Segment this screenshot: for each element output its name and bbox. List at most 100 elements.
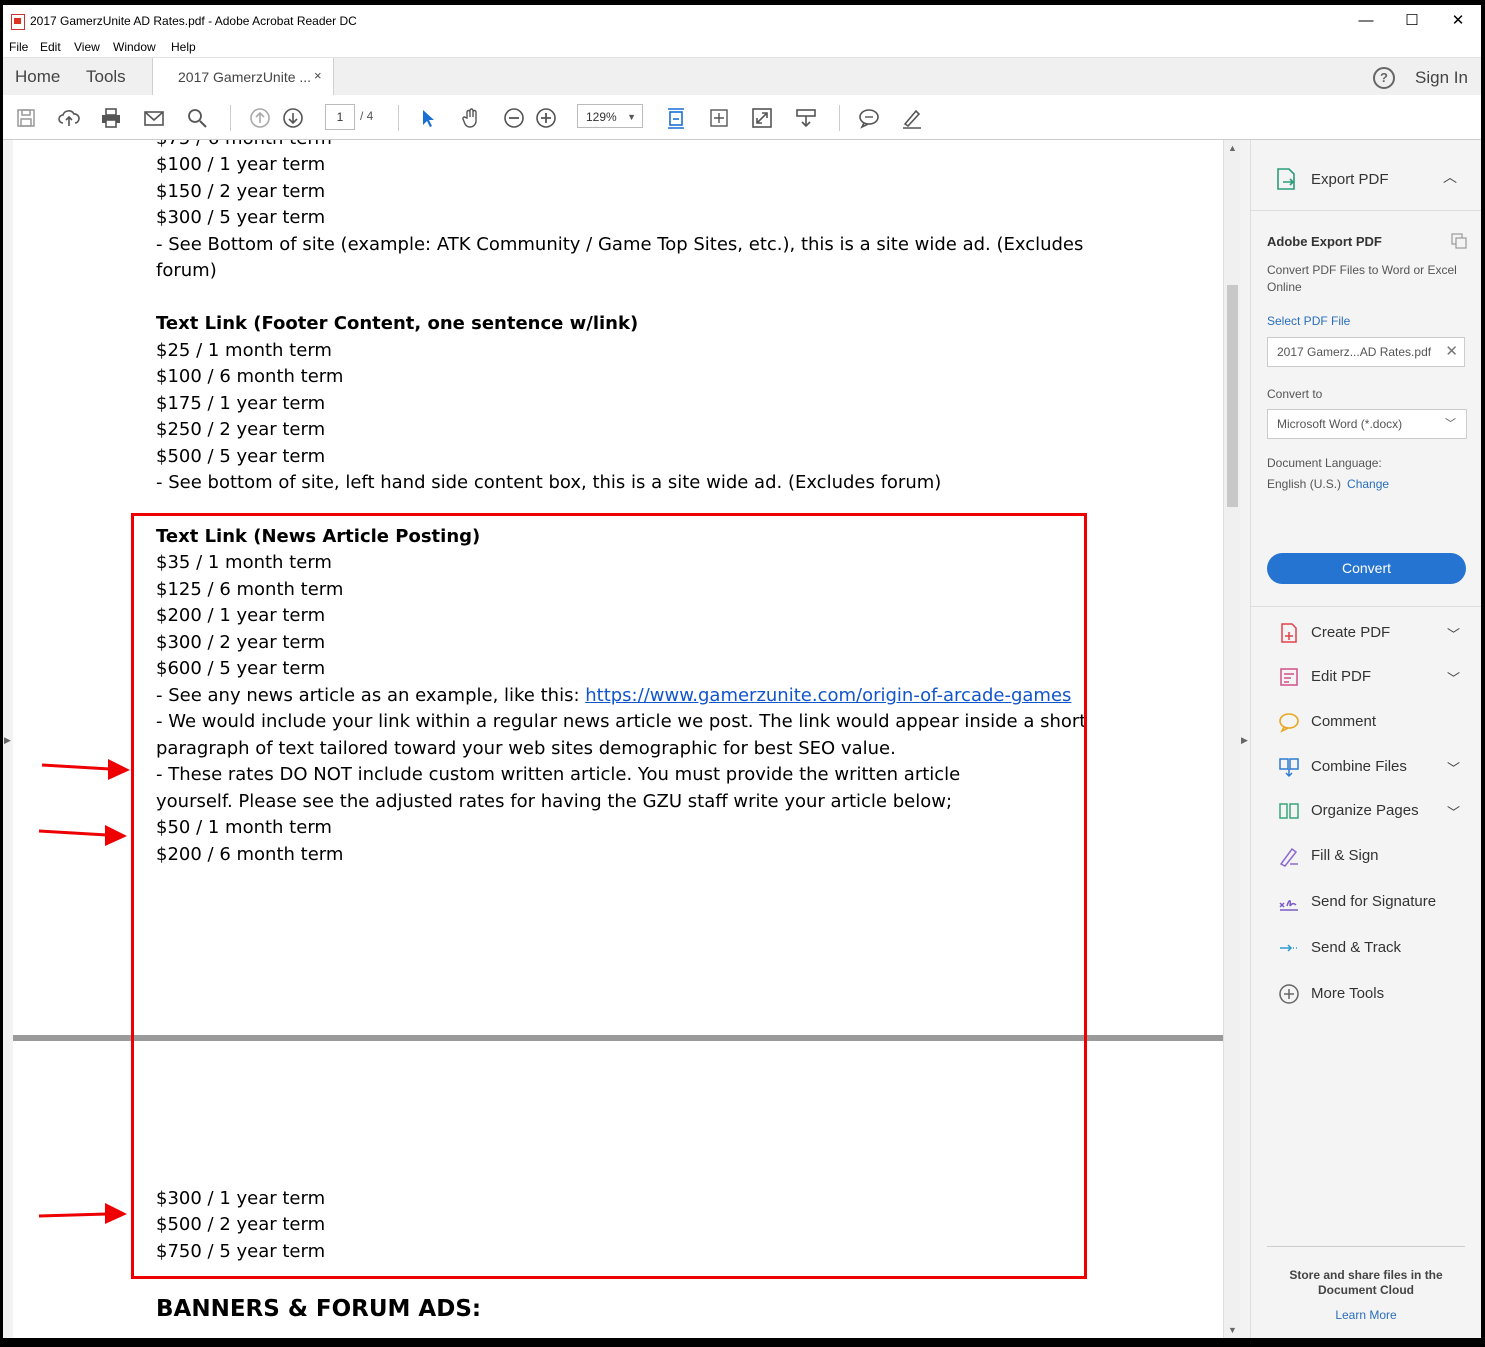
document-view[interactable]: $75 / 6 month term $100 / 1 year term $1… xyxy=(13,140,1223,1338)
tool-label: Edit PDF xyxy=(1311,668,1372,685)
tab-document[interactable]: 2017 GamerzUnite ... × xyxy=(152,58,334,96)
hand-tool-icon[interactable] xyxy=(460,107,482,129)
tool-edit-pdf[interactable]: Edit PDF ﹀ xyxy=(1251,662,1481,692)
red-arrow-icon xyxy=(38,825,127,846)
title-bar: 2017 GamerzUnite AD Rates.pdf - Adobe Ac… xyxy=(3,5,1481,37)
doc-line: $150 / 2 year term xyxy=(156,181,326,202)
page-number-input[interactable]: 1 xyxy=(325,104,355,130)
comment-icon[interactable] xyxy=(858,107,880,129)
scroll-up-icon[interactable]: ▲ xyxy=(1228,143,1237,153)
convert-to-label: Convert to xyxy=(1267,387,1323,401)
expand-left-icon: ▶ xyxy=(4,735,11,745)
zoom-out-icon[interactable] xyxy=(503,107,525,129)
tool-label: Fill & Sign xyxy=(1311,847,1379,864)
menu-view[interactable]: View xyxy=(74,40,100,54)
previous-page-icon[interactable] xyxy=(249,107,271,129)
export-pdf-header[interactable]: Export PDF ︿ xyxy=(1251,140,1481,211)
doc-line: - See Bottom of site (example: ATK Commu… xyxy=(156,234,1084,255)
toolbar-divider xyxy=(398,105,399,131)
full-screen-icon[interactable] xyxy=(751,107,773,129)
learn-more-link[interactable]: Learn More xyxy=(1267,1308,1465,1322)
save-icon[interactable] xyxy=(15,107,37,129)
scroll-down-icon[interactable]: ▼ xyxy=(1228,1325,1237,1335)
select-cursor-icon[interactable] xyxy=(417,107,439,129)
panel-divider xyxy=(1267,1246,1465,1247)
email-icon[interactable] xyxy=(143,107,165,129)
chevron-up-icon[interactable]: ︿ xyxy=(1443,167,1457,187)
menu-edit[interactable]: Edit xyxy=(40,40,61,54)
tab-home[interactable]: Home xyxy=(15,67,60,87)
highlight-box xyxy=(131,513,1087,1279)
doc-line: $175 / 1 year term xyxy=(156,393,326,414)
sign-in-button[interactable]: Sign In xyxy=(1415,68,1468,88)
adobe-export-title: Adobe Export PDF xyxy=(1267,234,1382,249)
collapse-right-icon: ▶ xyxy=(1241,735,1248,745)
remove-file-icon[interactable]: ✕ xyxy=(1445,338,1458,366)
scrolling-mode-icon[interactable] xyxy=(795,107,817,129)
tab-tools[interactable]: Tools xyxy=(86,67,126,87)
tool-create-pdf[interactable]: Create PDF ﹀ xyxy=(1251,618,1481,648)
search-icon[interactable] xyxy=(186,107,208,129)
scrollbar-thumb[interactable] xyxy=(1227,285,1238,507)
menu-window[interactable]: Window xyxy=(113,40,156,54)
combine-files-icon xyxy=(1279,758,1299,778)
doc-line: $250 / 2 year term xyxy=(156,419,326,440)
tool-send-track[interactable]: Send & Track xyxy=(1251,933,1481,963)
menu-help[interactable]: Help xyxy=(171,40,196,54)
minimize-button[interactable]: — xyxy=(1343,9,1389,33)
change-language-link[interactable]: Change xyxy=(1347,477,1389,491)
red-arrow-icon xyxy=(38,1203,127,1224)
selected-file-field[interactable]: 2017 Gamerz...AD Rates.pdf ✕ xyxy=(1267,337,1465,367)
help-icon[interactable]: ? xyxy=(1373,67,1395,89)
convert-button[interactable]: Convert xyxy=(1267,553,1466,584)
chevron-down-icon[interactable]: ﹀ xyxy=(1447,668,1460,687)
tool-organize-pages[interactable]: Organize Pages ﹀ xyxy=(1251,796,1481,826)
chevron-down-icon[interactable]: ﹀ xyxy=(1447,802,1460,821)
rotate-view-icon[interactable] xyxy=(708,107,730,129)
select-pdf-link[interactable]: Select PDF File xyxy=(1267,314,1350,328)
doc-line: $500 / 5 year term xyxy=(156,446,326,467)
doc-line: forum) xyxy=(156,260,217,281)
fit-page-icon[interactable] xyxy=(665,107,687,129)
next-page-icon[interactable] xyxy=(282,107,304,129)
close-button[interactable]: ✕ xyxy=(1435,9,1481,33)
document-tab-label: 2017 GamerzUnite ... xyxy=(178,69,312,85)
close-tab-icon[interactable]: × xyxy=(314,68,322,83)
document-language-row: English (U.S.) Change xyxy=(1267,477,1389,491)
doc-line: $100 / 1 year term xyxy=(156,154,326,175)
vertical-scrollbar[interactable]: ▲ ▼ xyxy=(1223,140,1241,1338)
maximize-button[interactable]: ☐ xyxy=(1389,9,1435,33)
copy-icon[interactable] xyxy=(1451,233,1467,249)
dropdown-caret-icon: ▼ xyxy=(627,112,636,122)
chevron-down-icon[interactable]: ﹀ xyxy=(1447,758,1460,777)
chevron-down-icon: ﹀ xyxy=(1445,418,1456,430)
menu-file[interactable]: File xyxy=(9,40,28,54)
tool-label: Create PDF xyxy=(1311,624,1391,641)
menu-bar: File Edit View Window Help xyxy=(3,37,1481,57)
tool-label: Comment xyxy=(1311,713,1377,730)
upload-cloud-icon[interactable] xyxy=(58,107,80,129)
highlight-pen-icon[interactable] xyxy=(901,107,923,129)
tool-label: Combine Files xyxy=(1311,758,1407,775)
page-count: / 4 xyxy=(360,109,374,123)
window-title: 2017 GamerzUnite AD Rates.pdf - Adobe Ac… xyxy=(30,14,357,28)
pdf-file-icon xyxy=(11,14,25,30)
zoom-level-value: 129% xyxy=(586,110,617,124)
edit-pdf-icon xyxy=(1280,668,1298,686)
tool-fill-sign[interactable]: Fill & Sign xyxy=(1251,841,1481,871)
toolbar: 1 / 4 129% ▼ xyxy=(3,95,1481,140)
export-pdf-icon xyxy=(1277,168,1295,190)
tool-comment[interactable]: Comment xyxy=(1251,707,1481,737)
convert-format-value: Microsoft Word (*.docx) xyxy=(1277,417,1403,431)
zoom-level-select[interactable]: 129% ▼ xyxy=(577,104,643,128)
convert-format-select[interactable]: Microsoft Word (*.docx) ﹀ xyxy=(1267,409,1467,439)
doc-line: $100 / 6 month term xyxy=(156,366,344,387)
chevron-down-icon[interactable]: ﹀ xyxy=(1447,624,1460,643)
print-icon[interactable] xyxy=(100,107,122,129)
zoom-in-icon[interactable] xyxy=(535,107,557,129)
tool-combine-files[interactable]: Combine Files ﹀ xyxy=(1251,752,1481,782)
tool-send-for-signature[interactable]: Send for Signature xyxy=(1251,887,1481,917)
right-pane-toggle[interactable]: ▶ xyxy=(1240,140,1251,1338)
tool-more-tools[interactable]: More Tools xyxy=(1251,979,1481,1009)
doc-line: $25 / 1 month term xyxy=(156,340,332,361)
